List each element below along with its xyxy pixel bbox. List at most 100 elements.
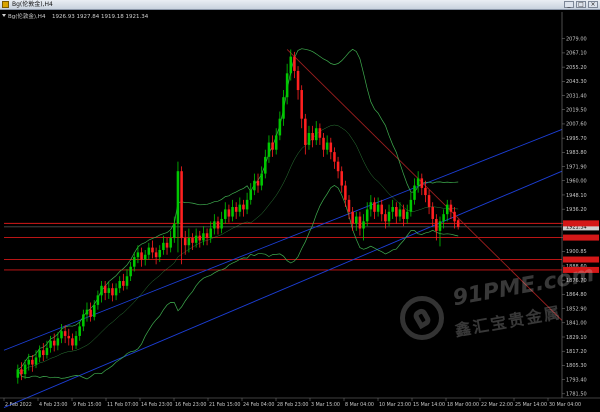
candle-body [158,249,162,258]
candle-body [227,209,231,217]
candle-body [427,195,431,208]
candle-body [213,221,216,229]
candle-body [264,156,267,174]
hline-price-marker [563,220,599,227]
candle-body [420,178,424,188]
candle-body [249,190,253,200]
hline-price-marker [563,266,599,273]
price-tick-label: 1876.70 [566,278,587,284]
candle-body [278,118,282,136]
price-tick-label: 1983.80 [566,150,587,156]
time-tick-label: 21 Feb 15:00 [209,402,240,408]
candle-body [245,199,249,210]
price-tick-label: 1817.20 [566,349,587,355]
candle-body [387,211,391,222]
price-tick-label: 1971.90 [566,164,587,170]
candle-body [358,216,362,229]
candle-body [274,135,278,150]
candle-body [96,295,100,305]
candle-body [100,285,103,296]
candle-body [376,204,380,212]
candle-body [289,56,293,74]
candle-body [405,211,409,219]
time-tick-label: 3 Mar 15:00 [311,402,340,408]
maximize-button[interactable]: □ [576,1,586,8]
candle-body [78,326,81,336]
minimize-button[interactable]: _ [564,1,574,8]
candle-body [103,285,107,293]
price-tick-label: 1960.00 [566,179,587,185]
candle-body [445,204,449,215]
candle-body [340,171,343,186]
time-tick-label: 16 Feb 23:00 [175,402,206,408]
candle-body [413,185,416,200]
candle-body [318,128,322,138]
candle-body [49,340,52,348]
close-button[interactable]: × [588,1,598,8]
candle-body [238,204,242,212]
price-tick-label: 1781.50 [566,392,587,398]
candle-body [31,359,34,365]
candle-body [424,187,427,196]
candle-body [271,142,274,150]
candle-body [398,209,402,217]
candle-body [202,233,205,241]
candle-body [391,207,394,212]
candle-body [154,252,158,258]
candle-body [369,202,373,210]
candle-body [260,173,263,186]
candle-body [355,216,358,224]
time-tick-label: 8 Mar 04:00 [345,402,374,408]
candle-body [431,207,434,219]
price-tick-label: 1948.10 [566,193,587,199]
candle-body [194,235,198,243]
window-controls: _ □ × [564,1,598,8]
candle-body [329,142,333,153]
time-tick-label: 2 Feb 2022 [5,402,32,408]
price-tick-label: 2019.50 [566,108,587,114]
candle-body [45,347,49,356]
price-chart[interactable]: 2079.00 2067.10 2055.20 2043.30 2031.40 2019.… [0,10,600,412]
price-tick-label: 1900.85 [566,249,587,255]
candle-body [60,331,63,339]
time-tick-label: 14 Feb 23:00 [141,402,172,408]
candle-body [449,204,453,212]
candle-body [365,209,369,222]
time-tick-label: 30 Mar 04:00 [549,402,581,408]
price-tick-label: 1829.10 [566,335,587,341]
price-tick-label: 1995.70 [566,136,587,142]
candle-body [300,90,303,119]
time-tick-label: 28 Feb 23:00 [277,402,308,408]
candle-body [67,335,71,339]
candle-body [198,235,202,241]
candle-body [114,288,118,296]
candle-body [409,199,413,212]
candle-body [176,171,180,224]
candle-body [325,142,329,150]
chart-ohlc-readout: 1926.93 1927.84 1919.18 1921.34 [52,14,149,20]
time-tick-label: 15 Mar 14:00 [413,402,445,408]
candle-body [111,288,114,296]
chart-window-icon [2,1,9,8]
candle-body [435,218,438,231]
candle-body [125,276,129,286]
chart-symbol-label: Bg(伦敦金),H4 [8,12,46,20]
price-tick-label: 2055.20 [566,65,587,71]
candle-body [63,331,67,336]
price-tick-label: 2043.30 [566,79,587,85]
price-tick-label: 2067.10 [566,51,587,57]
candle-body [296,70,300,91]
candle-body [438,221,442,231]
price-tick-label: 2079.00 [566,37,587,43]
time-tick-label: 25 Mar 14:00 [515,402,547,408]
candle-body [118,281,121,289]
candle-body [267,142,271,157]
price-tick-label: 1864.80 [566,292,587,298]
candle-body [129,266,132,277]
candle-body [256,180,260,186]
candle-body [92,304,96,317]
candle-body [351,211,354,224]
candle-body [20,369,23,375]
candle-body [16,369,20,378]
candle-body [223,209,227,219]
